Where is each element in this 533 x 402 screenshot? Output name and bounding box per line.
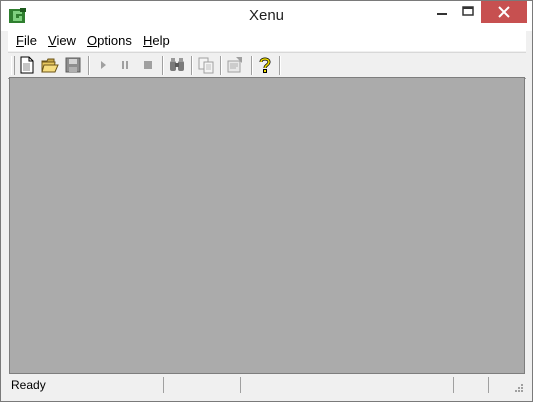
mdi-client-area[interactable] bbox=[9, 77, 525, 374]
status-pane-divider bbox=[453, 377, 454, 393]
properties-icon[interactable] bbox=[226, 56, 244, 74]
close-button[interactable] bbox=[481, 1, 527, 23]
menu-view-label: iew bbox=[56, 33, 76, 48]
menu-help[interactable]: Help bbox=[143, 33, 170, 48]
status-pane-divider bbox=[488, 377, 489, 393]
stop-icon[interactable] bbox=[139, 56, 157, 74]
resize-grip-icon[interactable] bbox=[514, 383, 524, 393]
menu-file[interactable]: File bbox=[16, 33, 37, 48]
open-folder-icon[interactable] bbox=[41, 56, 59, 74]
menu-view[interactable]: View bbox=[48, 33, 76, 48]
play-icon[interactable] bbox=[94, 56, 112, 74]
title-bar[interactable]: Xenu bbox=[1, 1, 532, 31]
menu-options-access-key: O bbox=[87, 33, 98, 48]
help-question-icon[interactable] bbox=[256, 56, 274, 74]
toolbar-separator bbox=[88, 56, 89, 75]
menu-bar: File View Options Help bbox=[8, 31, 526, 51]
menu-options[interactable]: Options bbox=[87, 33, 132, 48]
menu-file-label: ile bbox=[23, 33, 37, 48]
toolbar-separator bbox=[191, 56, 192, 75]
toolbar-separator bbox=[251, 56, 252, 75]
maximize-icon bbox=[462, 6, 474, 16]
toolbar-separator bbox=[279, 56, 280, 75]
status-pane-divider bbox=[240, 377, 241, 393]
toolbar-separator bbox=[220, 56, 221, 75]
close-icon bbox=[498, 6, 510, 18]
toolbar-separator bbox=[162, 56, 163, 75]
toolbar-grip[interactable] bbox=[11, 56, 15, 75]
find-binoculars-icon[interactable] bbox=[168, 56, 186, 74]
menu-options-label: ptions bbox=[97, 33, 132, 48]
menu-file-access-key: F bbox=[16, 33, 24, 48]
app-window: Xenu File View Options Help Ready bbox=[0, 0, 533, 402]
status-bar: Ready bbox=[8, 375, 526, 395]
save-icon[interactable] bbox=[64, 56, 82, 74]
pause-icon[interactable] bbox=[116, 56, 134, 74]
new-document-icon[interactable] bbox=[18, 56, 36, 74]
copy-icon[interactable] bbox=[197, 56, 215, 74]
status-pane-divider bbox=[163, 377, 164, 393]
menu-help-label: elp bbox=[152, 33, 170, 48]
status-text: Ready bbox=[11, 378, 46, 392]
menu-help-access-key: H bbox=[143, 33, 153, 48]
toolbar bbox=[8, 52, 526, 79]
